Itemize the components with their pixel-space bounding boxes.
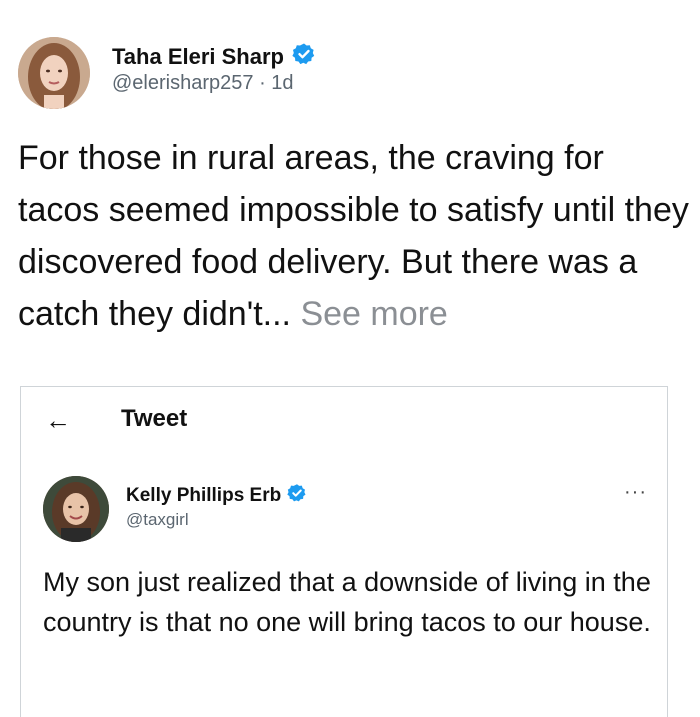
embedded-header-title: Tweet [121,405,188,432]
author-avatar-image [18,37,90,109]
embedded-avatar-image [43,476,109,542]
embedded-author-name-row: Kelly Phillips Erb [126,483,307,508]
embedded-tweet-text: My son just realized that a downside of … [43,567,651,637]
embedded-tweet-card[interactable]: ← Tweet Kelly Phillips Erb @taxgirl ··· … [20,386,668,717]
back-arrow-icon[interactable]: ← [45,405,71,436]
author-name-row: Taha Eleri Sharp [112,42,316,71]
see-more-link[interactable]: See more [300,295,447,333]
separator-dot: · [259,72,266,94]
embedded-author-name[interactable]: Kelly Phillips Erb [126,485,281,507]
embedded-header: ← Tweet [21,387,667,457]
tweet-text: For those in rural areas, the craving fo… [18,132,693,340]
embedded-author-avatar[interactable] [43,476,109,542]
author-handle-line: @elerisharp257 · 1d [112,72,294,95]
author-name[interactable]: Taha Eleri Sharp [112,44,284,70]
tweet-age[interactable]: 1d [271,72,293,94]
more-options-icon[interactable]: ··· [624,481,647,504]
author-handle[interactable]: @elerisharp257 [112,72,254,94]
author-avatar[interactable] [18,37,90,109]
embedded-author-handle[interactable]: @taxgirl [126,510,189,530]
verified-badge-icon [292,42,316,71]
verified-badge-icon [287,483,307,508]
